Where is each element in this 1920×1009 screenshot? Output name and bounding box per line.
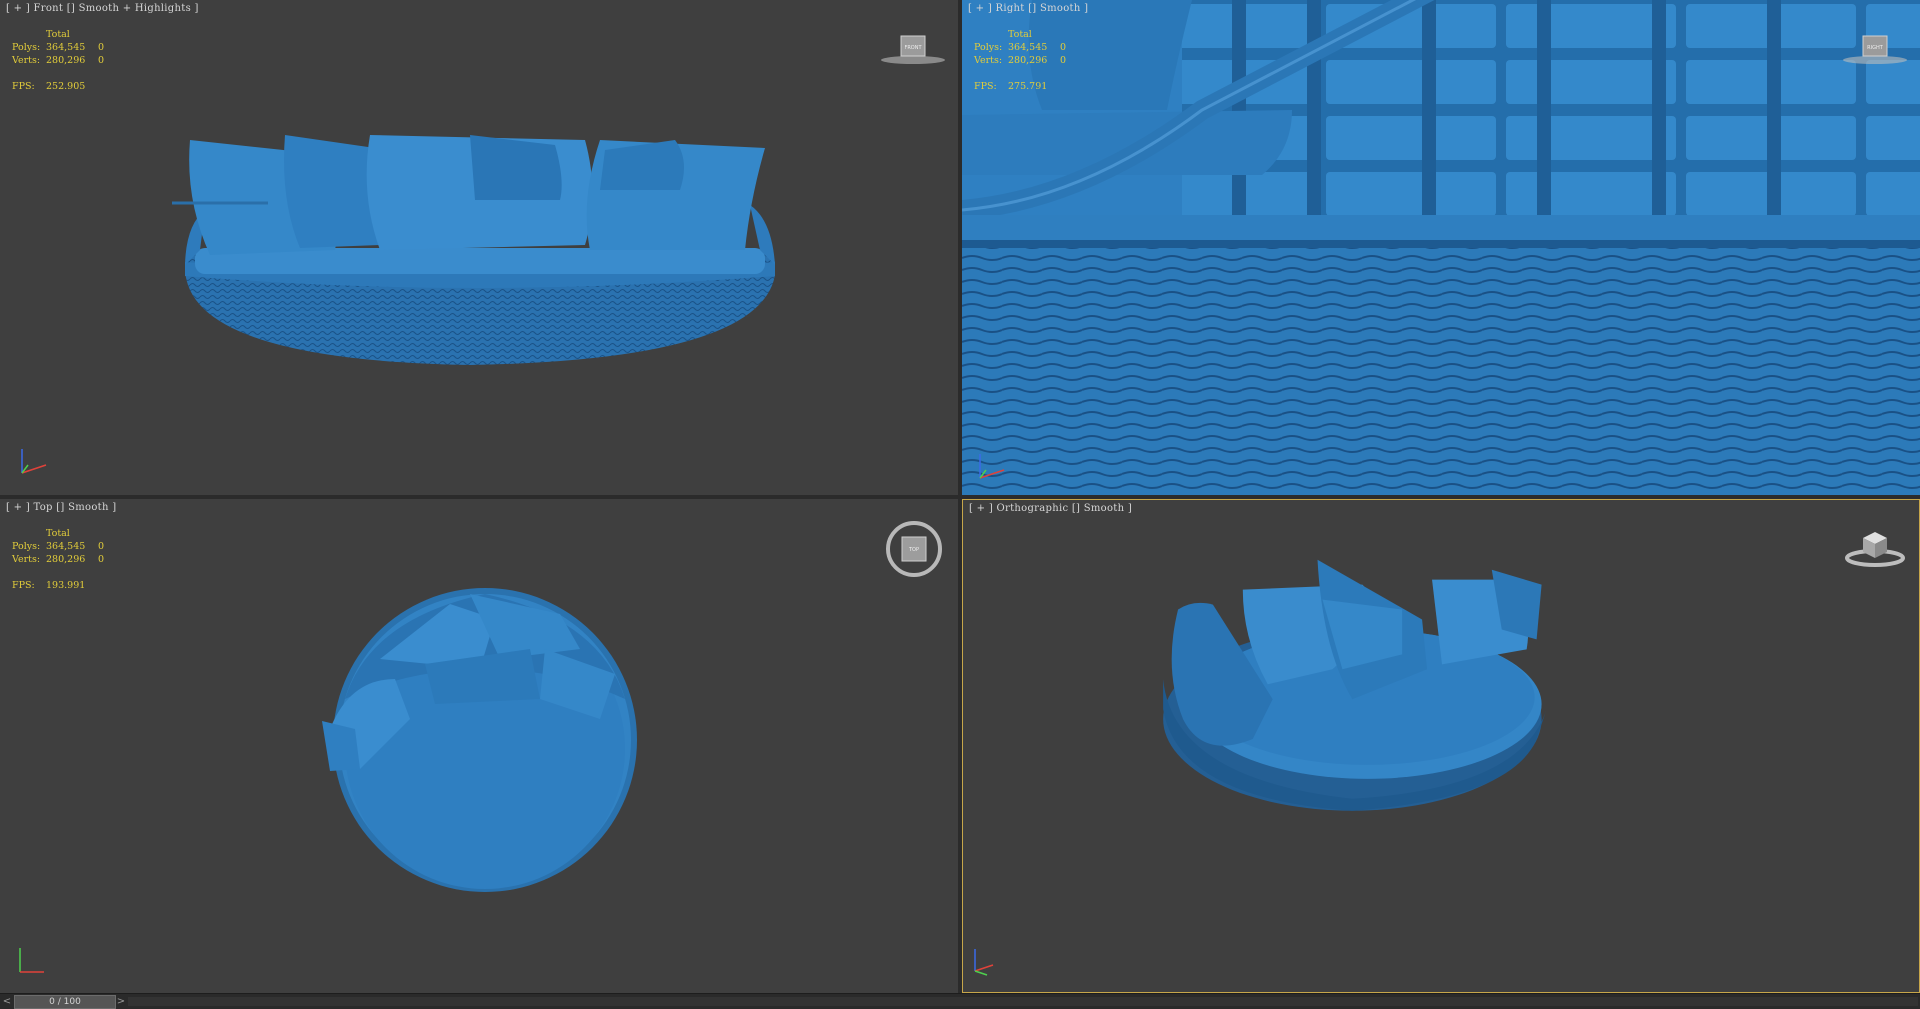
- viewport-label[interactable]: [ + ] Front [] Smooth + Highlights ]: [6, 3, 199, 14]
- prev-frame-button[interactable]: <: [2, 996, 12, 1007]
- viewcube-icon[interactable]: RIGHT: [1840, 30, 1910, 66]
- front-daybed-model[interactable]: [0, 0, 958, 495]
- orthographic-daybed-model[interactable]: [963, 500, 1919, 992]
- axis-tripod-icon: [974, 949, 994, 976]
- time-slider[interactable]: 0 / 100: [14, 995, 116, 1009]
- stats-overlay: Total Polys: 364,545 0 Verts: 280,296 0 FPS:…: [12, 528, 105, 591]
- axis-tripod-icon: [19, 948, 44, 973]
- axis-tripod-icon: [979, 454, 1005, 479]
- viewcube-icon[interactable]: [1843, 522, 1907, 568]
- stats-overlay: Total Polys: 364,545 0 Verts: 280,296 0 FPS:…: [974, 29, 1067, 92]
- svg-text:FRONT: FRONT: [904, 45, 922, 51]
- svg-text:RIGHT: RIGHT: [1867, 45, 1884, 51]
- axis-tripod-icon: [21, 449, 47, 474]
- top-daybed-model[interactable]: [0, 499, 958, 993]
- right-daybed-closeup[interactable]: [962, 0, 1920, 495]
- timeline-bar: < 0 / 100 >: [0, 993, 1920, 1009]
- viewport-label[interactable]: [ + ] Right [] Smooth ]: [968, 3, 1088, 14]
- viewport-front[interactable]: [ + ] Front [] Smooth + Highlights ] Tot…: [0, 0, 958, 495]
- next-frame-button[interactable]: >: [116, 996, 126, 1007]
- stats-overlay: Total Polys: 364,545 0 Verts: 280,296 0 FPS:…: [12, 29, 105, 92]
- viewcube-icon[interactable]: FRONT: [878, 30, 948, 66]
- viewport-label[interactable]: [ + ] Orthographic [] Smooth ]: [969, 503, 1132, 514]
- viewport-right[interactable]: [ + ] Right [] Smooth ] Total Polys: 364,…: [962, 0, 1920, 495]
- viewport-label[interactable]: [ + ] Top [] Smooth ]: [6, 502, 116, 513]
- timeline-track[interactable]: [128, 997, 1918, 1006]
- viewport-top[interactable]: [ + ] Top [] Smooth ] Total Polys: 364,54…: [0, 499, 958, 993]
- svg-text:TOP: TOP: [908, 547, 919, 553]
- viewport-orthographic[interactable]: [ + ] Orthographic [] Smooth ]: [962, 499, 1920, 993]
- viewcube-icon[interactable]: TOP: [884, 521, 944, 577]
